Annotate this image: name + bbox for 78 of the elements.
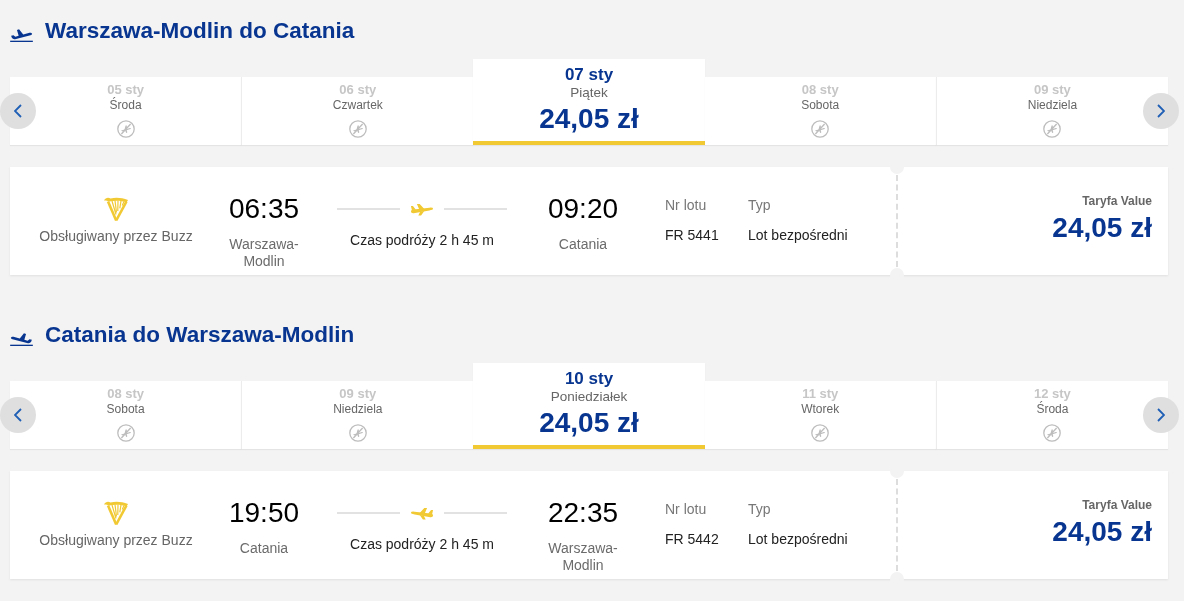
airplane-icon (410, 202, 434, 216)
route-heading: Catania do Warszawa-Modlin (45, 321, 355, 349)
operator-label: Obsługiwany przez Buzz (39, 531, 193, 549)
route-heading: Warszawa-Modlin do Catania (45, 17, 355, 45)
date-label: 07 sty (564, 65, 614, 85)
chevron-left-icon (14, 408, 22, 422)
flight-number: FR 5441 (665, 226, 720, 244)
fare-price: 24,05 zł (1052, 212, 1152, 244)
chevron-right-icon (1157, 408, 1165, 422)
flight-type-label: Typ (748, 196, 772, 214)
date-label: 09 sty (1033, 82, 1071, 97)
flight-type: Lot bezpośredni (748, 530, 848, 548)
flight-type-label: Typ (748, 500, 772, 518)
weekday-label: Wtorek (801, 402, 840, 416)
weekday-label: Poniedziałek (550, 389, 628, 405)
chevron-left-icon (14, 104, 22, 118)
departure-city: Catania (238, 540, 290, 557)
date-tab[interactable]: 12 sty Środa (935, 381, 1168, 449)
flight-number: FR 5442 (665, 530, 720, 548)
weekday-label: Sobota (106, 402, 145, 416)
departure-time: 06:35 (228, 193, 300, 225)
date-label: 11 sty (802, 386, 839, 401)
harp-icon (103, 196, 129, 222)
date-label: 08 sty (107, 386, 145, 401)
departure-time: 19:50 (228, 497, 300, 529)
fare-name: Taryfa Value (1082, 194, 1152, 208)
weekday-label: Środa (109, 98, 142, 112)
date-price: 24,05 zł (539, 103, 639, 135)
date-label: 06 sty (339, 82, 377, 97)
no-flights-icon (811, 424, 830, 442)
date-label: 10 sty (564, 369, 614, 389)
no-flights-icon (348, 120, 367, 138)
date-price: 24,05 zł (539, 407, 639, 439)
no-flights-icon (116, 424, 135, 442)
arrival-city: Warszawa-Modlin (547, 540, 619, 574)
operator-label: Obsługiwany przez Buzz (39, 227, 193, 245)
next-dates-button[interactable] (1143, 93, 1179, 129)
weekday-label: Piątek (570, 85, 608, 101)
weekday-label: Niedziela (1027, 98, 1078, 112)
flight-type: Lot bezpośredni (748, 226, 848, 244)
date-tab[interactable]: 09 sty Niedziela (935, 77, 1168, 145)
no-flights-icon (811, 120, 830, 138)
no-flights-icon (1043, 120, 1062, 138)
date-tab[interactable]: 09 sty Niedziela (241, 381, 474, 449)
date-label: 08 sty (801, 82, 839, 97)
date-label: 09 sty (339, 386, 377, 401)
previous-dates-button[interactable] (0, 397, 36, 433)
date-label: 05 sty (107, 82, 145, 97)
departure-city: Warszawa-Modlin (228, 236, 300, 270)
date-tab[interactable]: 08 sty Sobota (10, 381, 242, 449)
no-flights-icon (1043, 424, 1062, 442)
weekday-label: Środa (1036, 402, 1069, 416)
date-tab[interactable]: 11 sty Wtorek (704, 381, 936, 449)
weekday-label: Czwartek (332, 98, 383, 112)
arrival-time: 09:20 (547, 193, 619, 225)
airplane-icon (410, 506, 434, 520)
previous-dates-button[interactable] (0, 93, 36, 129)
arrival-city: Catania (557, 236, 609, 253)
date-tab[interactable]: 05 sty Środa (10, 77, 242, 145)
weekday-label: Sobota (801, 98, 840, 112)
date-label: 12 sty (1033, 386, 1071, 401)
next-dates-button[interactable] (1143, 397, 1179, 433)
date-tab[interactable]: 10 sty Poniedziałek 24,05 zł (473, 363, 705, 449)
arrival-time: 22:35 (547, 497, 619, 529)
flight-number-label: Nr lotu (665, 500, 708, 518)
no-flights-icon (348, 424, 367, 442)
chevron-right-icon (1157, 104, 1165, 118)
harp-icon (103, 500, 129, 526)
weekday-label: Niedziela (333, 402, 383, 416)
flight-number-label: Nr lotu (665, 196, 708, 214)
travel-duration: Czas podróży 2 h 45 m (350, 231, 494, 249)
date-tab[interactable]: 08 sty Sobota (704, 77, 936, 145)
no-flights-icon (116, 120, 135, 138)
fare-name: Taryfa Value (1082, 498, 1152, 512)
date-tab[interactable]: 06 sty Czwartek (241, 77, 474, 145)
travel-duration: Czas podróży 2 h 45 m (350, 535, 494, 553)
fare-price: 24,05 zł (1052, 516, 1152, 548)
date-tab[interactable]: 07 sty Piątek 24,05 zł (473, 59, 705, 145)
